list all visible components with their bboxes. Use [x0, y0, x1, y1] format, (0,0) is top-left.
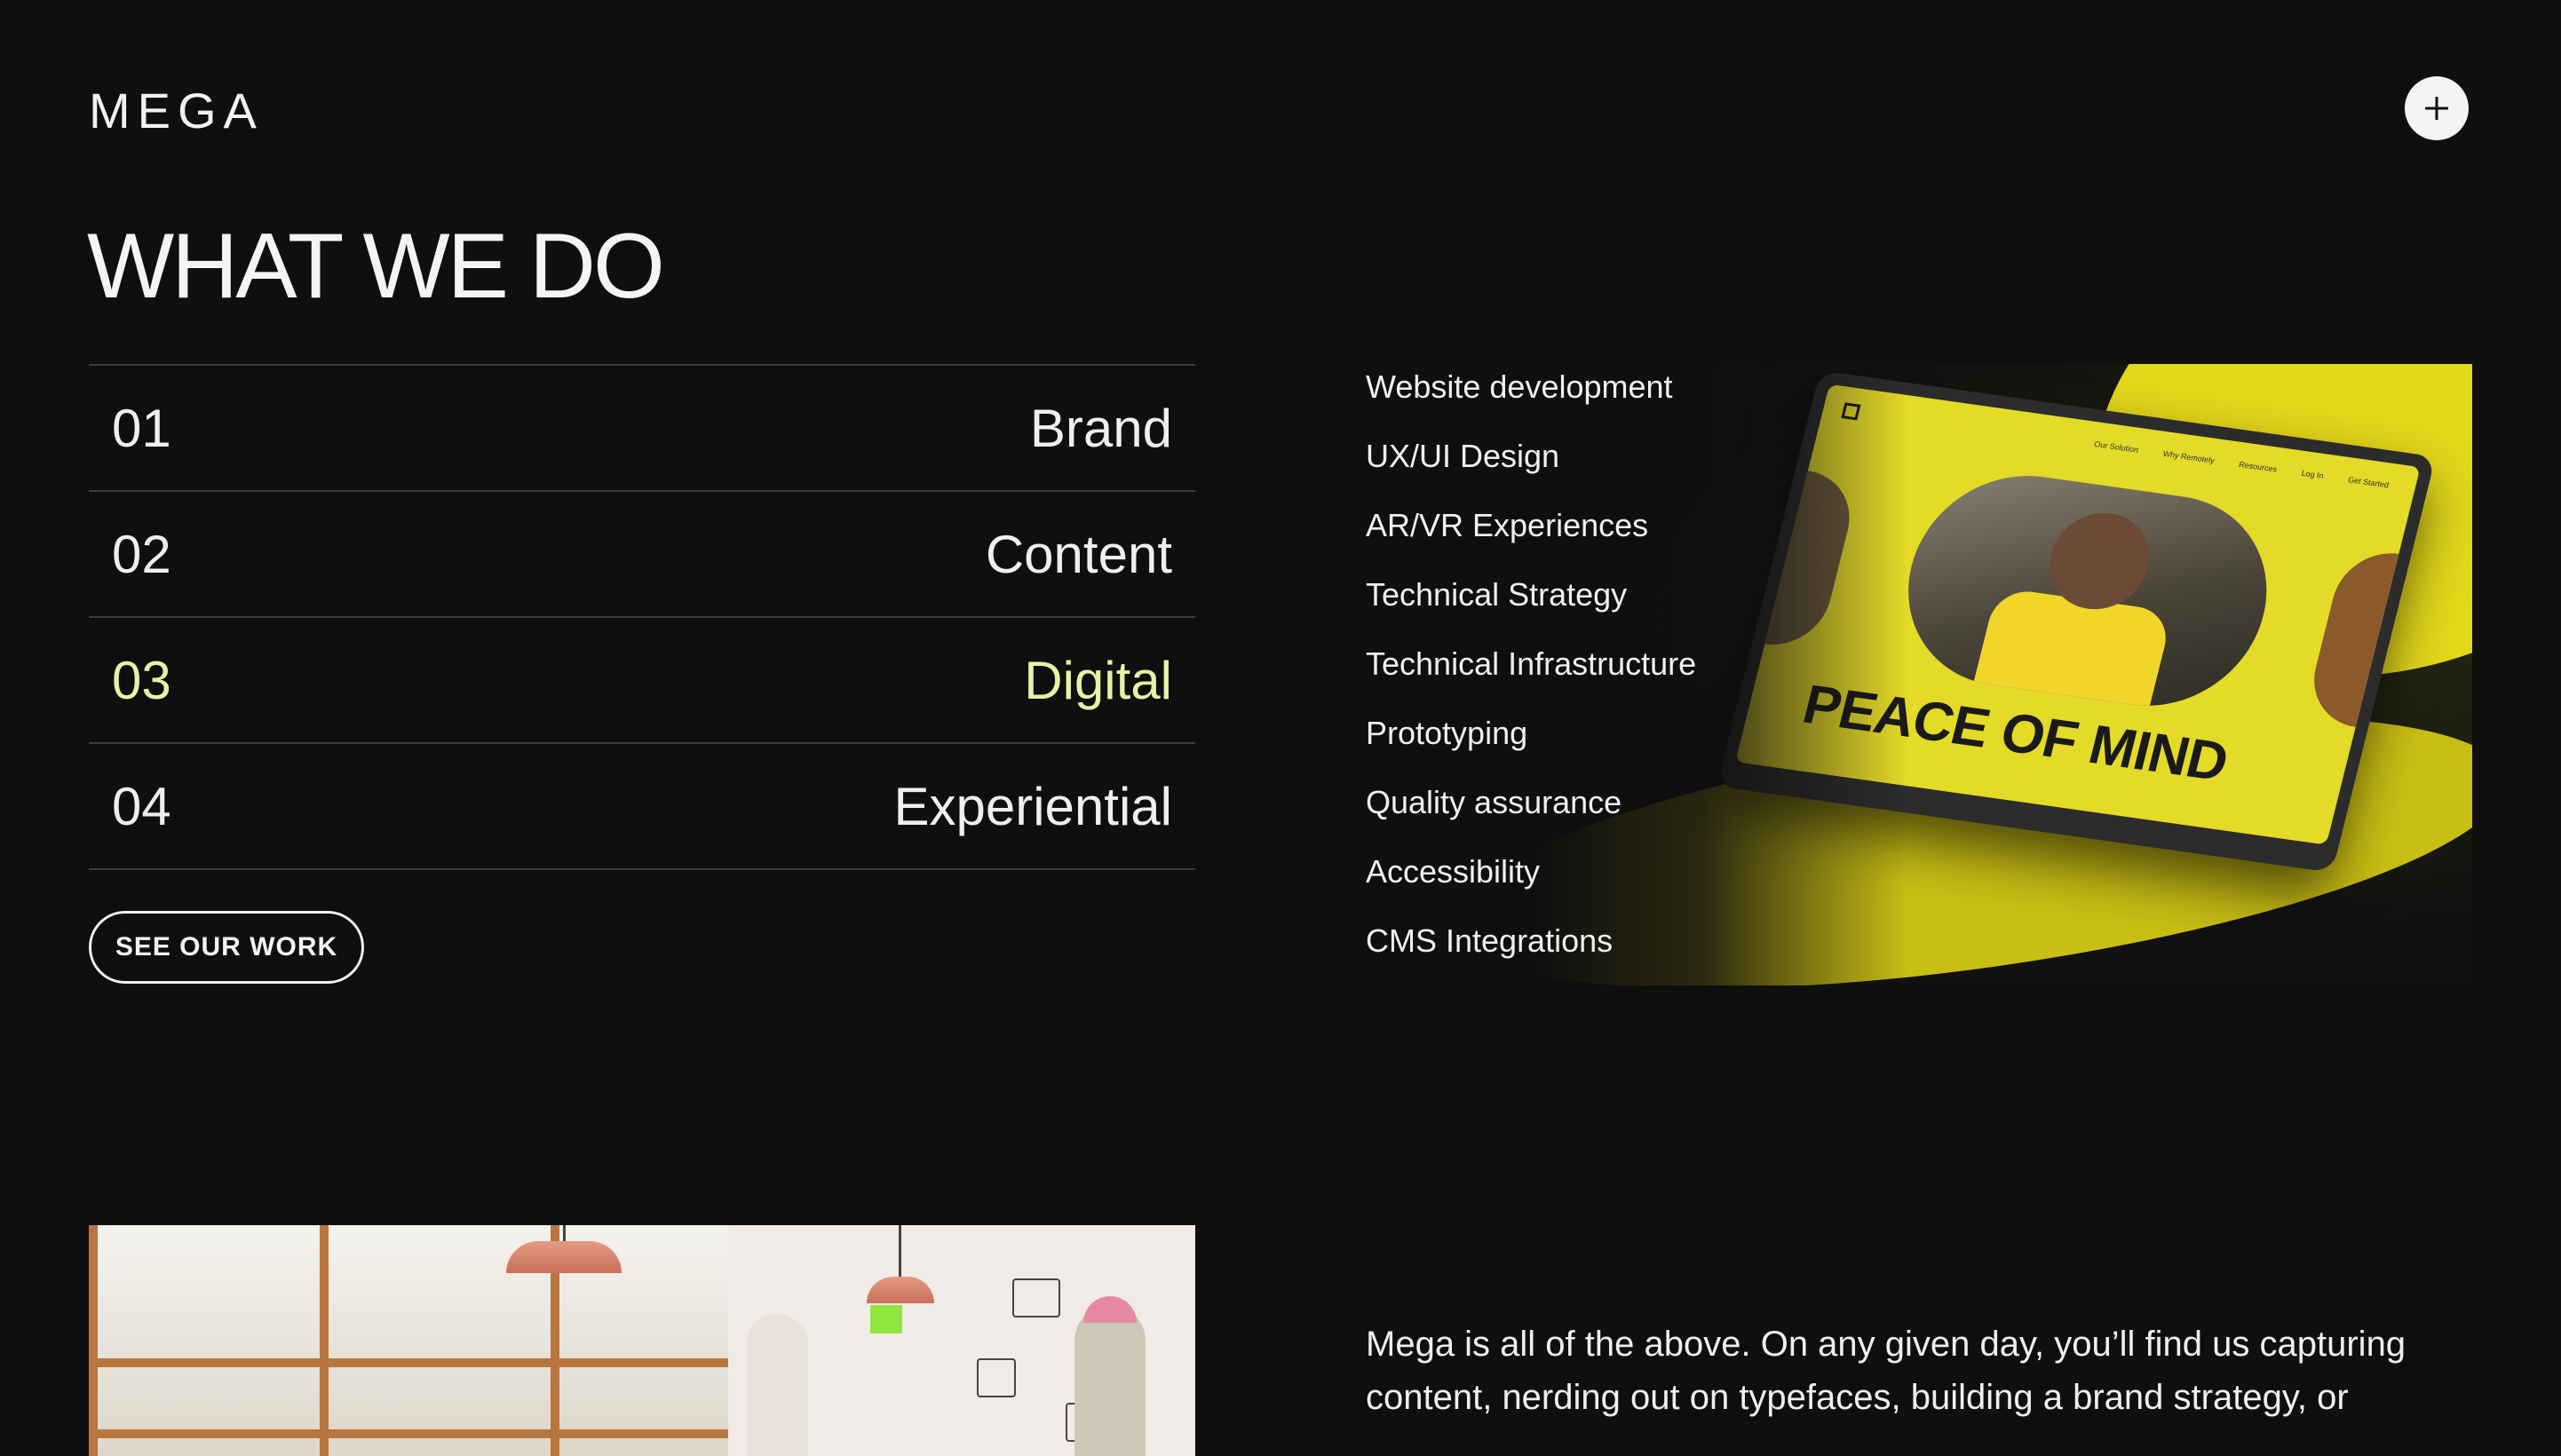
- about-paragraph: Mega is all of the above. On any given d…: [1366, 1325, 2406, 1417]
- site-nav-item: Our Solution: [2093, 439, 2140, 455]
- see-our-work-button[interactable]: SEE OUR WORK: [89, 911, 364, 984]
- service-number: 01: [112, 398, 171, 458]
- window-frame-bar: [89, 1429, 728, 1438]
- service-row-content[interactable]: 02 Content: [89, 492, 1195, 618]
- capabilities-list: Website development UX/UI Design AR/VR E…: [1366, 364, 1696, 987]
- sticky-note: [870, 1305, 902, 1333]
- capability-item: Accessibility: [1366, 853, 1541, 890]
- site-nav-item: Resources: [2238, 459, 2279, 474]
- capability-item: CMS Integrations: [1366, 922, 1614, 959]
- capability-item: Website development: [1366, 368, 1673, 405]
- whiteboard-sketch: [1012, 1278, 1060, 1318]
- service-number: 03: [112, 650, 171, 710]
- person-figure: [746, 1314, 808, 1456]
- site-nav-item: Log In: [2300, 468, 2325, 481]
- pendant-lamp: [506, 1241, 622, 1273]
- whiteboard-sketch: [977, 1358, 1016, 1397]
- site-nav-item: Get Started: [2347, 475, 2391, 490]
- service-label: Brand: [1029, 398, 1172, 458]
- capability-item: UX/UI Design: [1366, 438, 1560, 474]
- service-number: 02: [112, 524, 171, 584]
- capability-item: AR/VR Experiences: [1366, 507, 1649, 543]
- plus-icon: [2425, 97, 2448, 120]
- page-title: WHAT WE DO: [87, 215, 665, 318]
- woman-photo: [1885, 462, 2289, 720]
- shirt-shape: [1971, 587, 2174, 716]
- service-row-brand[interactable]: 01 Brand: [89, 366, 1195, 492]
- service-label: Content: [985, 524, 1172, 584]
- capability-item: Quality assurance: [1366, 784, 1622, 820]
- service-label: Experiential: [893, 776, 1172, 836]
- lamp-cord: [563, 1225, 566, 1243]
- window-pane: [89, 1225, 329, 1456]
- service-number: 04: [112, 776, 171, 836]
- service-row-digital[interactable]: 03 Digital: [89, 618, 1195, 744]
- service-row-experiential[interactable]: 04 Experiential: [89, 744, 1195, 870]
- services-list: 01 Brand 02 Content 03 Digital 04 Experi…: [89, 364, 1195, 870]
- mega-logo[interactable]: MEGA: [89, 82, 264, 139]
- person-figure: [1074, 1305, 1146, 1456]
- office-photo: [89, 1225, 1195, 1456]
- capability-item: Prototyping: [1366, 715, 1528, 751]
- site-nav-item: Why Remotely: [2161, 448, 2216, 465]
- lamp-cord: [899, 1225, 901, 1278]
- site-nav: Our Solution Why Remotely Resources Log …: [2093, 439, 2390, 489]
- service-label: Digital: [1024, 650, 1172, 710]
- menu-button[interactable]: [2405, 76, 2469, 140]
- capability-item: Technical Strategy: [1366, 576, 1628, 613]
- window-frame-bar: [89, 1358, 728, 1367]
- capability-item: Technical Infrastructure: [1366, 645, 1697, 682]
